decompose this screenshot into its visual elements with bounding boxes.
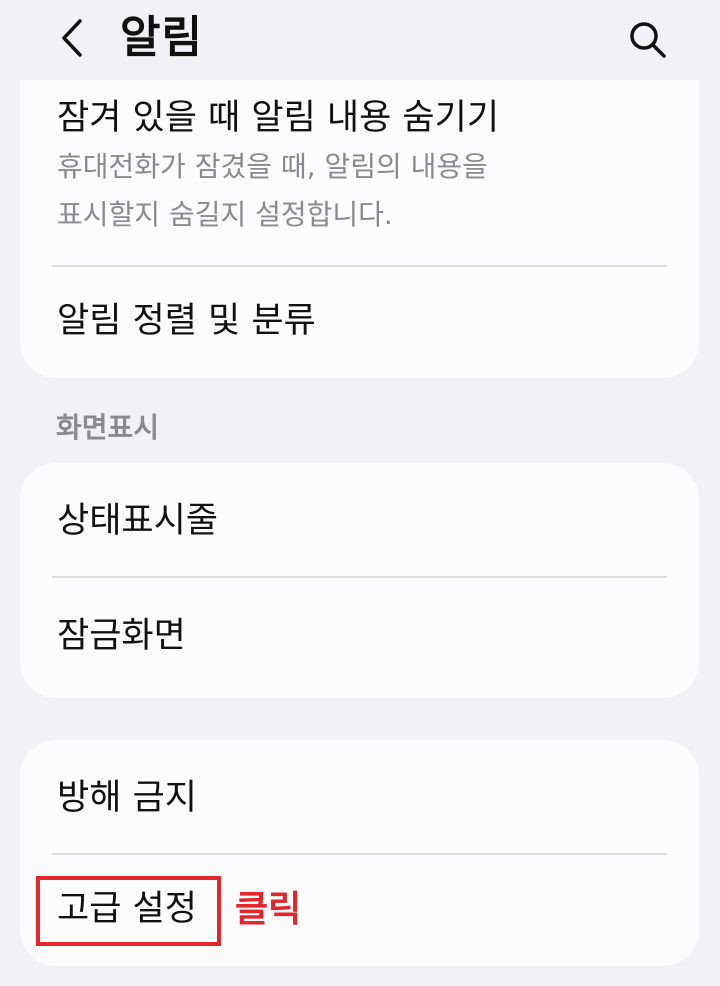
notification-sort-item[interactable]: 알림 정렬 및 분류	[20, 267, 699, 378]
chevron-left-icon	[62, 19, 82, 57]
status-bar-title: 상태표시줄	[57, 501, 219, 541]
do-not-disturb-title: 방해 금지	[57, 778, 197, 818]
click-annotation-label: 클릭	[235, 889, 302, 930]
lock-screen-item[interactable]: 잠금화면	[20, 578, 699, 698]
display-card: 상태표시줄 잠금화면	[20, 463, 699, 698]
lock-screen-title: 잠금화면	[57, 616, 186, 656]
do-not-disturb-item[interactable]: 방해 금지	[20, 740, 699, 853]
notification-sort-title: 알림 정렬 및 분류	[57, 301, 316, 341]
display-section-header: 화면표시	[56, 411, 160, 444]
search-button[interactable]	[624, 16, 672, 64]
advanced-settings-item[interactable]: 고급 설정	[20, 855, 699, 966]
back-button[interactable]	[52, 16, 92, 60]
hide-content-description-line1: 휴대전화가 잠겼을 때, 알림의 내용을	[57, 150, 488, 183]
page-title: 알림	[120, 12, 203, 63]
hide-content-description-line2: 표시할지 숨길지 설정합니다.	[57, 198, 393, 231]
misc-settings-card: 방해 금지 고급 설정	[20, 740, 699, 966]
search-icon	[630, 22, 666, 58]
advanced-settings-title: 고급 설정	[57, 889, 197, 929]
status-bar-item[interactable]: 상태표시줄	[20, 463, 699, 576]
hide-content-title: 잠겨 있을 때 알림 내용 숨기기	[57, 98, 500, 138]
app-header: 알림	[0, 0, 720, 80]
